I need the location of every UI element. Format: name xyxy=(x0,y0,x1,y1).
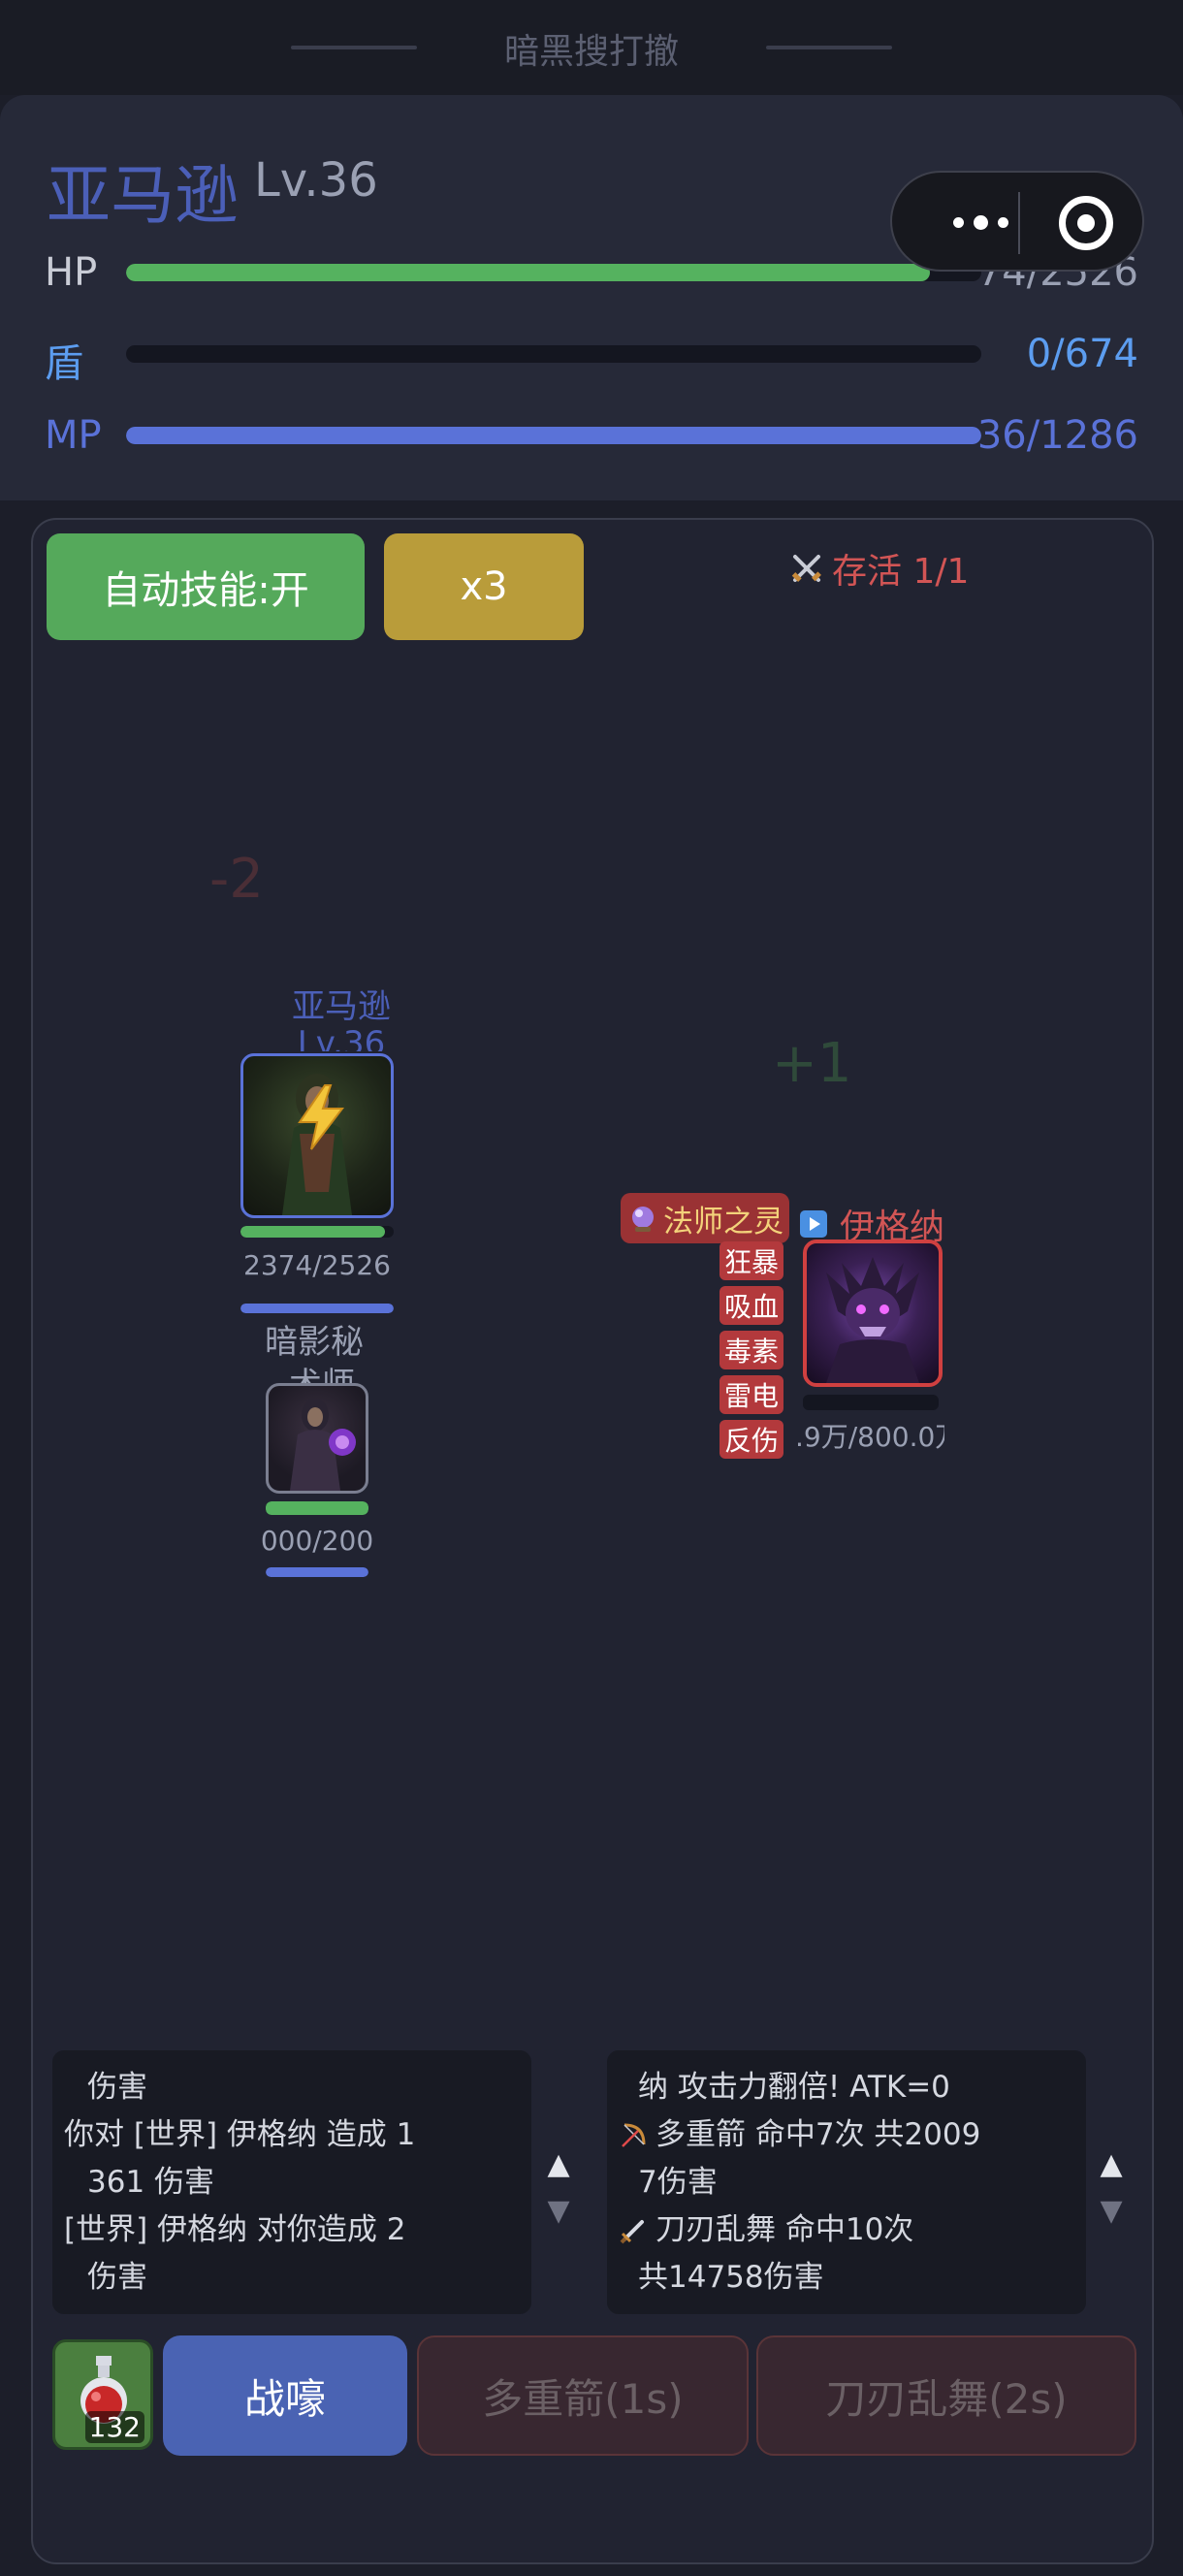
enemy-hp-text: .9万/800.0万 xyxy=(795,1421,944,1453)
capsule-divider xyxy=(1018,192,1020,254)
log-line: 7伤害 xyxy=(638,2165,718,2200)
survive-label: 存活 1/1 xyxy=(832,552,970,592)
scroll-up-icon[interactable]: ▲ xyxy=(539,2141,578,2188)
play-icon xyxy=(800,1210,827,1238)
multishot-skill-button[interactable]: 多重箭(1s) xyxy=(417,2335,749,2456)
hp-label: HP xyxy=(45,250,98,295)
log-line: 共14758伤害 xyxy=(638,2260,824,2295)
mp-label: MP xyxy=(45,413,102,458)
mp-bar xyxy=(126,427,981,444)
enemy-portrait[interactable] xyxy=(803,1240,943,1387)
speed-button[interactable]: x3 xyxy=(384,533,584,640)
player-level: Lv.36 xyxy=(254,153,378,208)
hero-level: Lv.36 xyxy=(297,1024,386,1051)
demon-figure xyxy=(826,1257,919,1383)
battle-log-left[interactable]: 伤害 你对 [世界] 伊格纳 造成 1 361 伤害 [世界] 伊格纳 对你造成… xyxy=(52,2050,531,2314)
floating-damage-text: -2 xyxy=(209,848,264,911)
miniprogram-capsule xyxy=(890,171,1144,272)
auto-skill-button[interactable]: 自动技能:开 xyxy=(47,533,365,640)
buff-badge: 雷电 xyxy=(719,1375,783,1414)
log-line: 361 伤害 xyxy=(87,2165,215,2200)
blade-dance-skill-button[interactable]: 刀刃乱舞(2s) xyxy=(756,2335,1136,2456)
shield-value: 0/674 xyxy=(1026,332,1138,376)
target-icon[interactable] xyxy=(1059,196,1113,250)
battle-log-right[interactable]: 纳 攻击力翻倍! ATK=0 多重箭 命中7次 共2009 7伤害 刀刃乱舞 命… xyxy=(607,2050,1086,2314)
log-line: 刀刃乱舞 命中10次 xyxy=(619,2206,1074,2254)
shield-label: 盾 xyxy=(45,341,83,386)
lightning-icon xyxy=(298,1084,345,1150)
top-title-bar: 暗黑搜打撤 xyxy=(0,0,1183,95)
buff-badge: 反伤 xyxy=(719,1420,783,1459)
log-text: 多重箭 命中7次 共2009 xyxy=(655,2117,981,2152)
log-line: 多重箭 命中7次 共2009 xyxy=(619,2111,1074,2159)
hero-hp-bar xyxy=(240,1226,394,1238)
pet-hp-bar xyxy=(266,1501,368,1515)
app-title: 暗黑搜打撤 xyxy=(503,32,679,72)
player-header: 亚马逊 Lv.36 HP 74/2526 盾 0/674 MP 36/1286 xyxy=(0,95,1183,500)
hp-bar xyxy=(126,264,981,281)
buff-badge: 吸血 xyxy=(719,1286,783,1325)
log-text: 刀刃乱舞 命中10次 xyxy=(655,2212,914,2247)
hero-mp-bar xyxy=(240,1304,394,1313)
log-line: 伤害 xyxy=(87,2070,147,2105)
title-divider-right xyxy=(766,46,892,49)
buff-badge: 毒素 xyxy=(719,1331,783,1369)
war-cry-skill-button[interactable]: 战嚎 xyxy=(163,2335,407,2456)
crystal-ball-icon xyxy=(632,1207,654,1232)
enemy-hp-bar xyxy=(803,1395,939,1410)
mp-bar-fill xyxy=(126,427,981,444)
potion-slot[interactable]: 132 xyxy=(52,2339,153,2450)
survive-counter: 存活 1/1 xyxy=(789,543,969,594)
mp-value: 36/1286 xyxy=(976,413,1138,458)
hp-bar-fill xyxy=(126,264,931,281)
player-name: 亚马逊 xyxy=(47,158,239,233)
pet-hp-fill xyxy=(266,1501,368,1515)
buff-badge: 狂暴 xyxy=(719,1241,783,1280)
log-left-scroll: ▲ ▼ xyxy=(539,2141,578,2235)
hero-hp-fill xyxy=(240,1226,385,1238)
shield-bar xyxy=(126,345,981,363)
scroll-up-icon[interactable]: ▲ xyxy=(1092,2141,1131,2188)
potion-count: 132 xyxy=(84,2411,144,2443)
log-right-scroll: ▲ ▼ xyxy=(1092,2141,1131,2235)
pet-hp-text: 000/200 xyxy=(260,1525,374,1557)
enemy-title: 法师之灵 xyxy=(663,1204,783,1240)
pet-name: 暗影秘 xyxy=(265,1323,364,1362)
enemy-title-badge: 法师之灵 xyxy=(621,1193,789,1243)
log-line: 纳 攻击力翻倍! ATK=0 xyxy=(638,2070,950,2105)
pet-portrait[interactable] xyxy=(266,1383,368,1494)
floating-heal-text: +1 xyxy=(772,1032,852,1095)
bow-icon xyxy=(622,2123,646,2147)
crossed-swords-icon xyxy=(791,555,821,582)
log-line: 你对 [世界] 伊格纳 造成 1 xyxy=(64,2117,416,2152)
pet-mp-bar xyxy=(266,1567,368,1577)
hero-name: 亚马逊 xyxy=(292,987,391,1026)
pet-mp-fill xyxy=(266,1567,368,1577)
battle-panel: 自动技能:开 x3 存活 1/1 -2 +1 亚马逊 Lv.36 2374/25… xyxy=(31,518,1154,2564)
log-line: [世界] 伊格纳 对你造成 2 xyxy=(64,2212,406,2247)
dagger-icon xyxy=(620,2219,644,2243)
hero-portrait[interactable] xyxy=(240,1053,394,1218)
log-line: 伤害 xyxy=(87,2260,147,2295)
pet-name-line2: 术师 xyxy=(264,1358,380,1383)
scroll-down-icon[interactable]: ▼ xyxy=(539,2188,578,2235)
scroll-down-icon[interactable]: ▼ xyxy=(1092,2188,1131,2235)
hero-mp-fill xyxy=(240,1304,394,1313)
shadow-mage-figure xyxy=(290,1399,356,1491)
hero-hp-text: 2374/2526 xyxy=(243,1249,391,1281)
